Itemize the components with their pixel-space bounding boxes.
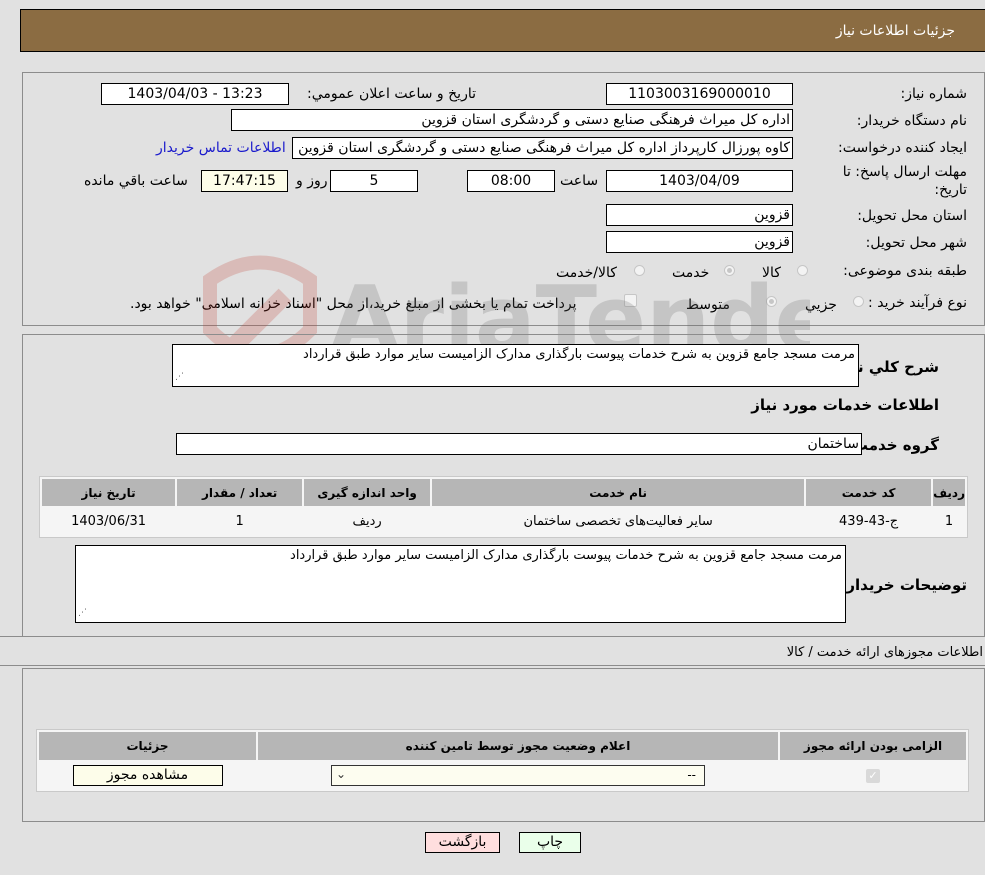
services-table: ردیف کد خدمت نام خدمت واحد اندازه گیری ت…: [39, 476, 968, 538]
process-label: نوع فرآیند خرید :: [868, 295, 967, 311]
category-option-service: خدمت: [672, 265, 710, 281]
permit-status-value: --: [687, 768, 696, 782]
chevron-down-icon: ⌄: [336, 767, 347, 781]
city-label: شهر محل تحویل:: [865, 235, 967, 251]
buyer-org-label: نام دستگاه خریدار:: [856, 113, 967, 129]
treasury-text: پرداخت تمام یا بخشی از مبلغ خرید،از محل …: [130, 296, 577, 312]
deadline-label: مهلت ارسال پاسخ: تا تاریخ:: [842, 164, 967, 198]
category-radio-goods-service[interactable]: [634, 265, 645, 276]
cell-permit-required: ✓: [780, 762, 966, 789]
category-option-goods: کالا: [762, 265, 781, 281]
col-unit: واحد اندازه گیری: [304, 479, 431, 506]
buyer-notes-label: توضیحات خریدار:: [840, 576, 967, 594]
cell-need-date: 1403/06/31: [42, 508, 176, 535]
remaining-label: ساعت باقي مانده: [84, 173, 188, 189]
process-radio-minor[interactable]: [853, 296, 864, 307]
col-quantity: تعداد / مقدار: [177, 479, 303, 506]
page-header: جزئیات اطلاعات نیاز: [20, 9, 985, 52]
buyer-contact-link[interactable]: اطلاعات تماس خریدار: [156, 140, 286, 156]
deadline-time-field: 08:00: [467, 170, 555, 192]
province-label: استان محل تحویل:: [857, 208, 967, 224]
permits-table-header: الزامی بودن ارائه مجوز اعلام وضعیت مجوز …: [39, 732, 966, 760]
back-button[interactable]: بازگشت: [425, 832, 500, 853]
need-number-label: شماره نیاز:: [900, 86, 968, 102]
creator-label: ایجاد کننده درخواست:: [838, 140, 967, 156]
process-option-minor: جزیي: [805, 297, 837, 313]
category-label: طبقه بندی موضوعی:: [843, 263, 967, 279]
permits-section-title: اطلاعات مجوزهای ارائه خدمت / کالا: [786, 645, 983, 660]
col-service-name: نام خدمت: [432, 479, 805, 506]
cell-row-number: 1: [933, 508, 965, 535]
cell-service-name: سایر فعالیت‌های تخصصی ساختمان: [432, 508, 805, 535]
announce-field: 1403/04/03 - 13:23: [101, 83, 289, 105]
view-permit-button[interactable]: مشاهده مجوز: [72, 765, 223, 786]
announce-label: تاریخ و ساعت اعلان عمومي:: [307, 86, 476, 102]
col-need-date: تاریخ نیاز: [42, 479, 176, 506]
services-table-header: ردیف کد خدمت نام خدمت واحد اندازه گیری ت…: [42, 479, 965, 506]
creator-field: کاوه پورزال کارپرداز اداره کل میراث فرهن…: [292, 137, 793, 159]
col-service-code: کد خدمت: [806, 479, 932, 506]
cell-service-code: ج-43-439: [806, 508, 932, 535]
print-button[interactable]: چاپ: [519, 832, 581, 853]
table-row: ✓ ⌄ -- مشاهده مجوز: [39, 762, 966, 789]
cell-permit-details: مشاهده مجوز: [39, 762, 256, 789]
service-group-field: ساختمان: [176, 433, 862, 455]
days-remaining-field: 5: [330, 170, 418, 192]
resize-grip-icon[interactable]: ⋰: [175, 372, 184, 382]
process-option-medium: متوسط: [686, 297, 730, 313]
description-textarea[interactable]: [172, 344, 859, 387]
buyer-notes-textarea[interactable]: [75, 545, 846, 623]
resize-grip-icon[interactable]: ⋰: [78, 608, 87, 618]
category-option-goods-service: کالا/خدمت: [556, 265, 617, 281]
page-title: جزئیات اطلاعات نیاز: [835, 23, 955, 39]
buyer-org-field: اداره کل میراث فرهنگی صنایع دستی و گردشگ…: [231, 109, 793, 131]
city-field: قزوین: [606, 231, 793, 253]
time-remaining-field: 17:47:15: [201, 170, 288, 192]
cell-quantity: 1: [177, 508, 303, 535]
col-permit-details: جزئیات: [39, 732, 256, 760]
process-radio-medium[interactable]: [766, 296, 777, 307]
deadline-time-label: ساعت: [560, 173, 599, 189]
need-number-field: 1103003169000010: [606, 83, 793, 105]
treasury-checkbox[interactable]: [624, 294, 637, 307]
category-radio-service[interactable]: [724, 265, 735, 276]
permit-status-select[interactable]: ⌄ --: [331, 765, 705, 786]
col-permit-status: اعلام وضعیت مجوز توسط تامین کننده: [258, 732, 778, 760]
cell-permit-status: ⌄ --: [258, 762, 778, 789]
category-radio-goods[interactable]: [797, 265, 808, 276]
deadline-date-field: 1403/04/09: [606, 170, 793, 192]
permits-table: الزامی بودن ارائه مجوز اعلام وضعیت مجوز …: [36, 729, 969, 792]
province-field: قزوین: [606, 204, 793, 226]
permit-required-checkbox[interactable]: ✓: [866, 769, 880, 783]
services-section-title: اطلاعات خدمات مورد نیاز: [751, 396, 939, 414]
col-permit-required: الزامی بودن ارائه مجوز: [780, 732, 966, 760]
table-row: 1 ج-43-439 سایر فعالیت‌های تخصصی ساختمان…: [42, 508, 965, 535]
cell-unit: ردیف: [304, 508, 431, 535]
col-row-number: ردیف: [933, 479, 965, 506]
days-label: روز و: [296, 173, 328, 189]
